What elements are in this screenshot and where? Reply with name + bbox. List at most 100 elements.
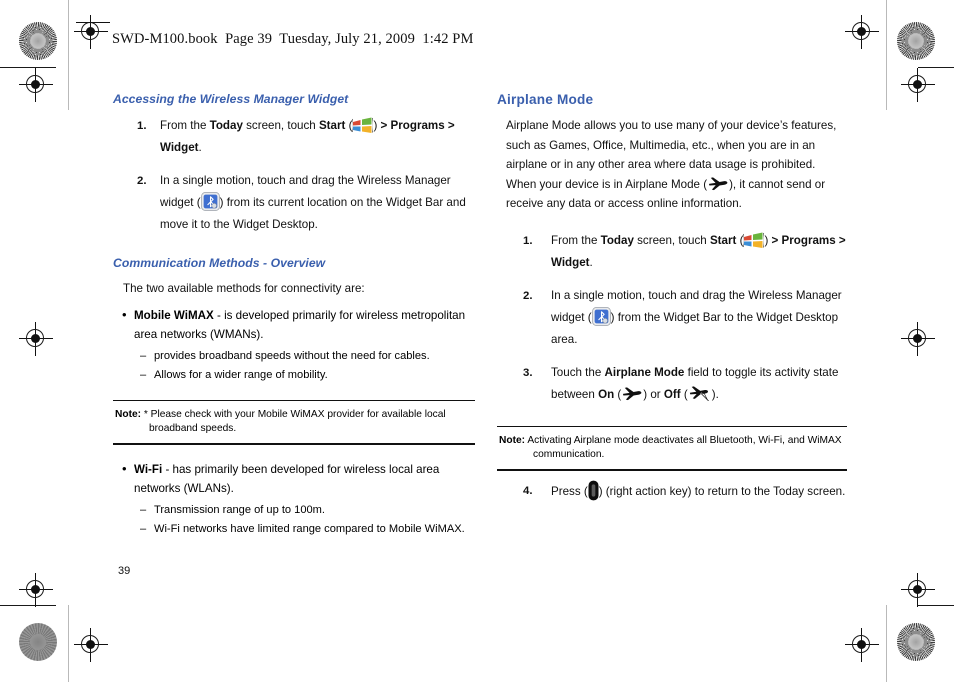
registration-rosette-bottom-right	[897, 623, 935, 661]
registration-cross-bottom-left-outer	[74, 628, 108, 662]
trim-line-right-bottom	[886, 605, 887, 682]
list-item: 3. Touch the Airplane Mode field to togg…	[497, 362, 847, 406]
trim-line-right	[886, 0, 887, 110]
list-item: – Allows for a wider range of mobility.	[140, 366, 475, 385]
wireless-manager-widget-icon	[591, 306, 611, 326]
step-text: Touch the Airplane Mode field to toggle …	[551, 365, 839, 401]
dash-glyph: –	[140, 349, 147, 362]
intro-paragraph: The two available methods for connectivi…	[123, 282, 365, 295]
heading-airplane-mode: Airplane Mode	[497, 92, 594, 107]
list-item: 2. In a single motion, touch and drag th…	[497, 285, 847, 351]
registration-cross-right-middle	[901, 322, 935, 356]
note-box-wimax-speeds: Note: * Please check with your Mobile Wi…	[113, 399, 475, 445]
registration-cross-right-lower	[901, 573, 935, 607]
note-text-continued: communication.	[533, 449, 605, 461]
note-text-continued: broadband speeds.	[149, 423, 237, 435]
dash-glyph: –	[140, 503, 147, 516]
list-item: 1. From the Today screen, touch Start ()…	[497, 230, 847, 274]
windows-start-icon	[351, 117, 375, 134]
airplane-on-icon	[707, 176, 729, 191]
term-wifi: Wi-Fi	[134, 462, 163, 476]
step-text: From the Today screen, touch Start () > …	[160, 117, 455, 154]
registration-rosette-top-left	[19, 22, 57, 60]
list-item: 1. From the Today screen, touch Start ()…	[113, 115, 475, 159]
wifi-method-list: • Wi-Fi - has primarily been developed f…	[113, 460, 475, 499]
note-content: Note: Activating Airplane mode deactivat…	[497, 427, 847, 469]
emphasis-text: Today	[600, 233, 634, 247]
wimax-subpoints: – provides broadband speeds without the …	[113, 347, 475, 385]
registration-cross-left-middle	[19, 322, 53, 356]
list-item: • Wi-Fi - has primarily been developed f…	[113, 460, 475, 499]
right-column: Airplane Mode Airplane Mode allows you t…	[497, 92, 847, 514]
step-number: 1.	[137, 120, 147, 132]
note-text: Activating Airplane mode deactivates all…	[527, 435, 842, 447]
left-column: Accessing the Wireless Manager Widget 1.…	[113, 92, 475, 539]
airplane-mode-steps-list: 1. From the Today screen, touch Start ()…	[497, 230, 847, 406]
airplane-mode-final-step-list: 4. Press () (right action key) to return…	[497, 480, 847, 503]
trim-rule-right-lower	[918, 605, 954, 606]
registration-cross-top-left-outer	[74, 15, 108, 49]
emphasis-text: > Programs > Widget	[160, 119, 455, 154]
bullet-glyph: •	[122, 306, 127, 322]
step-number: 4.	[523, 484, 533, 497]
trim-rule-left-lower	[0, 605, 56, 606]
step-text: Press () (right action key) to return to…	[551, 480, 845, 501]
wifi-subpoints: – Transmission range of up to 100m. – Wi…	[113, 501, 475, 539]
emphasis-text: Start	[709, 233, 737, 247]
list-item: 2. In a single motion, touch and drag th…	[113, 170, 475, 236]
registration-cross-bottom-right-outer	[845, 628, 879, 662]
document-header-line: SWD-M100.book Page 39 Tuesday, July 21, …	[112, 31, 474, 47]
list-item: • Mobile WiMAX - is developed primarily …	[113, 306, 475, 345]
heading-accessing-wireless-manager-widget: Accessing the Wireless Manager Widget	[113, 92, 349, 106]
heading-communication-methods-overview: Communication Methods - Overview	[113, 256, 326, 270]
step-text: In a single motion, touch and drag the W…	[551, 288, 842, 346]
note-text: * Please check with your Mobile WiMAX pr…	[143, 409, 446, 421]
step-number: 2.	[523, 289, 533, 302]
dash-glyph: –	[140, 368, 147, 381]
header-rule	[76, 22, 110, 24]
emphasis-text: Start	[318, 119, 346, 132]
registration-cross-left-lower	[19, 573, 53, 607]
trim-rule-left-upper	[0, 67, 56, 68]
term-description: - has primarily been developed for wirel…	[134, 462, 440, 496]
dash-glyph: –	[140, 522, 147, 535]
emphasis-text: On	[598, 387, 615, 401]
windows-start-icon	[742, 232, 766, 249]
trim-line-left	[68, 0, 69, 110]
airplane-on-icon	[621, 386, 643, 401]
emphasis-text: Today	[209, 119, 243, 132]
right-action-key-icon	[588, 480, 599, 501]
subpoint-text: provides broadband speeds without the ne…	[154, 349, 430, 362]
list-item: – Transmission range of up to 100m.	[140, 501, 475, 520]
list-item: – provides broadband speeds without the …	[140, 347, 475, 366]
registration-cross-left-upper	[19, 68, 53, 102]
step-text: From the Today screen, touch Start () > …	[551, 232, 846, 269]
step-number: 2.	[137, 175, 147, 187]
registration-cross-right-upper	[901, 68, 935, 102]
page-number: 39	[118, 565, 131, 577]
airplane-off-icon	[688, 385, 712, 401]
step-text: In a single motion, touch and drag the W…	[160, 174, 466, 231]
registration-rosette-top-right	[897, 22, 935, 60]
connectivity-methods-list: • Mobile WiMAX - is developed primarily …	[113, 306, 475, 345]
subpoint-text: Transmission range of up to 100m.	[154, 503, 326, 516]
emphasis-text: Airplane Mode	[604, 365, 685, 379]
term-mobile-wimax: Mobile WiMAX	[134, 308, 214, 322]
step-number: 1.	[523, 234, 533, 247]
wireless-manager-widget-icon	[200, 192, 220, 211]
list-item: – Wi-Fi networks have limited range comp…	[140, 520, 475, 539]
note-label: Note:	[115, 409, 142, 421]
trim-rule-right-upper	[918, 67, 954, 68]
registration-cross-top-right-outer	[845, 15, 879, 49]
emphasis-text: Off	[663, 387, 681, 401]
airplane-mode-description: Airplane Mode allows you to use many of …	[506, 119, 837, 210]
left-steps-list: 1. From the Today screen, touch Start ()…	[113, 115, 475, 236]
note-content: Note: * Please check with your Mobile Wi…	[113, 401, 475, 443]
subpoint-text: Wi-Fi networks have limited range compar…	[154, 522, 465, 535]
note-box-airplane-deactivates: Note: Activating Airplane mode deactivat…	[497, 425, 847, 471]
step-number: 3.	[523, 366, 533, 379]
bullet-glyph: •	[122, 460, 127, 476]
trim-line-left-bottom	[68, 605, 69, 682]
subpoint-text: Allows for a wider range of mobility.	[154, 368, 328, 381]
registration-rosette-bottom-left	[19, 623, 57, 661]
